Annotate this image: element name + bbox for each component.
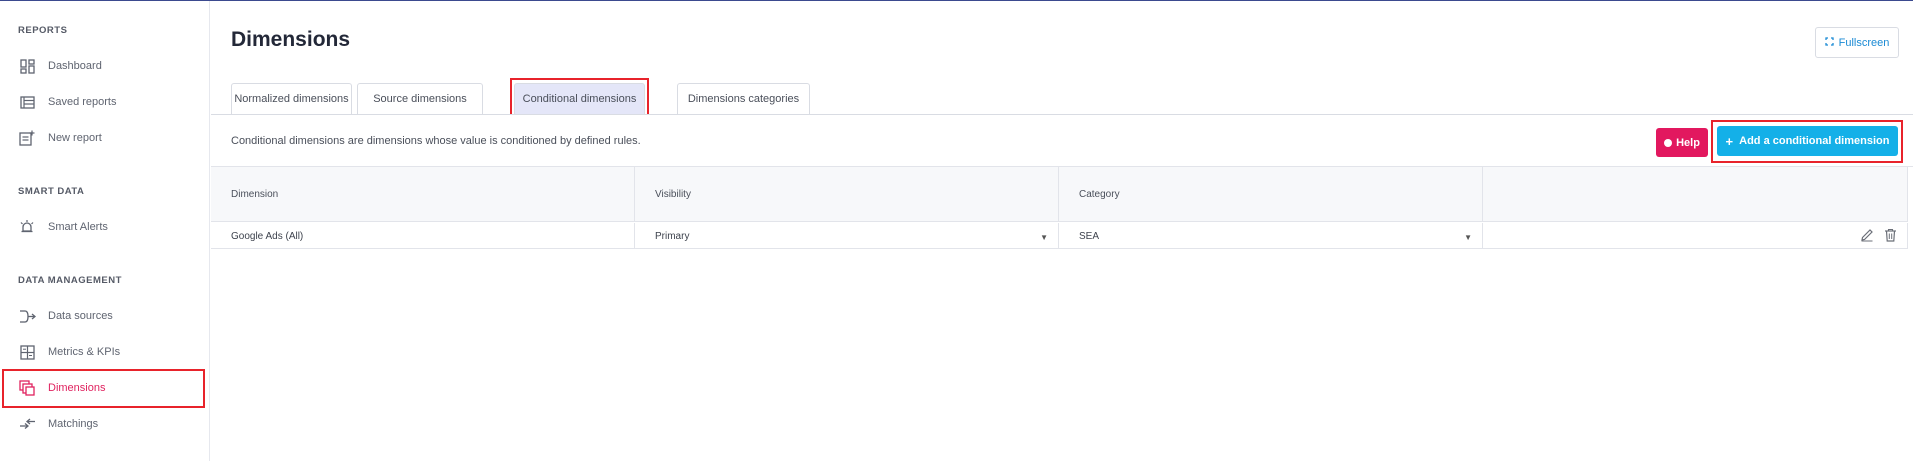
sidebar-item-label: Matchings: [48, 418, 99, 430]
page-title: Dimensions: [231, 28, 351, 51]
sidebar-item-smart-alerts[interactable]: Smart Alerts: [0, 209, 206, 245]
sidebar-item-label: Saved reports: [48, 96, 117, 108]
category-value: SEA: [1079, 230, 1100, 242]
highlight-box-conditional-tab: [510, 78, 649, 118]
sidebar-item-matchings[interactable]: Matchings: [0, 406, 206, 442]
caret-down-icon: ▼: [1464, 233, 1472, 242]
fullscreen-button[interactable]: Fullscreen: [1815, 27, 1899, 58]
description-text: Conditional dimensions are dimensions wh…: [231, 135, 641, 147]
cell-actions: [1483, 223, 1908, 249]
matching-icon: [18, 415, 36, 433]
category-select[interactable]: SEA ▼: [1059, 223, 1483, 249]
alarm-icon: [18, 218, 36, 236]
sidebar-item-saved-reports[interactable]: Saved reports: [0, 84, 206, 120]
new-report-icon: [18, 129, 36, 147]
tab-label: Dimensions categories: [687, 93, 800, 105]
sidebar-item-label: Smart Alerts: [48, 221, 108, 233]
data-sources-icon: [18, 307, 36, 325]
table-row: Google Ads (All) Primary ▼ SEA ▼: [211, 223, 1908, 249]
section-title-reports: REPORTS: [18, 25, 68, 36]
help-label: Help: [1676, 136, 1700, 149]
column-header-dimension[interactable]: Dimension: [211, 167, 635, 222]
main-content: Dimensions Fullscreen Normalized dimensi…: [211, 1, 1913, 461]
section-title-data-management: DATA MANAGEMENT: [18, 275, 122, 286]
visibility-select[interactable]: Primary ▼: [635, 223, 1059, 249]
row-actions: [1860, 228, 1897, 245]
section-title-smart-data: SMART DATA: [18, 186, 85, 197]
dashboard-icon: [18, 57, 36, 75]
highlight-box-add-button: [1711, 120, 1903, 163]
trash-icon[interactable]: [1884, 228, 1897, 245]
tab-source-dimensions[interactable]: Source dimensions: [357, 83, 483, 114]
sidebar-item-new-report[interactable]: New report: [0, 120, 206, 156]
sidebar-item-label: Metrics & KPIs: [48, 346, 121, 358]
visibility-value: Primary: [655, 230, 690, 242]
caret-down-icon: ▼: [1040, 233, 1048, 242]
sidebar-item-dashboard[interactable]: Dashboard: [0, 48, 206, 84]
highlight-box-dimensions: [2, 369, 205, 408]
help-icon: [1664, 138, 1673, 147]
tab-normalized-dimensions[interactable]: Normalized dimensions: [231, 83, 352, 114]
help-button[interactable]: Help: [1656, 128, 1708, 157]
expand-icon: [1824, 36, 1834, 49]
sidebar-item-metrics-kpis[interactable]: Metrics & KPIs: [0, 334, 206, 370]
sidebar-item-label: New report: [48, 132, 102, 144]
tab-dimensions-categories[interactable]: Dimensions categories: [677, 83, 810, 114]
cell-dimension: Google Ads (All): [211, 223, 635, 249]
table-header: Dimension Visibility Category: [211, 167, 1908, 222]
calculator-icon: [18, 343, 36, 361]
sidebar-item-label: Dashboard: [48, 60, 102, 72]
description-bar: Conditional dimensions are dimensions wh…: [211, 114, 1913, 167]
edit-icon[interactable]: [1860, 228, 1874, 245]
column-header-actions: [1483, 167, 1908, 222]
tab-label: Normalized dimensions: [234, 93, 349, 105]
sidebar-item-data-sources[interactable]: Data sources: [0, 298, 206, 334]
tab-label: Source dimensions: [373, 93, 467, 105]
fullscreen-label: Fullscreen: [1838, 36, 1890, 49]
column-header-visibility[interactable]: Visibility: [635, 167, 1059, 222]
sidebar-item-label: Data sources: [48, 310, 113, 322]
list-icon: [18, 93, 36, 111]
column-header-category[interactable]: Category: [1059, 167, 1483, 222]
sidebar: REPORTS Dashboard Saved reports New repo…: [0, 1, 210, 461]
